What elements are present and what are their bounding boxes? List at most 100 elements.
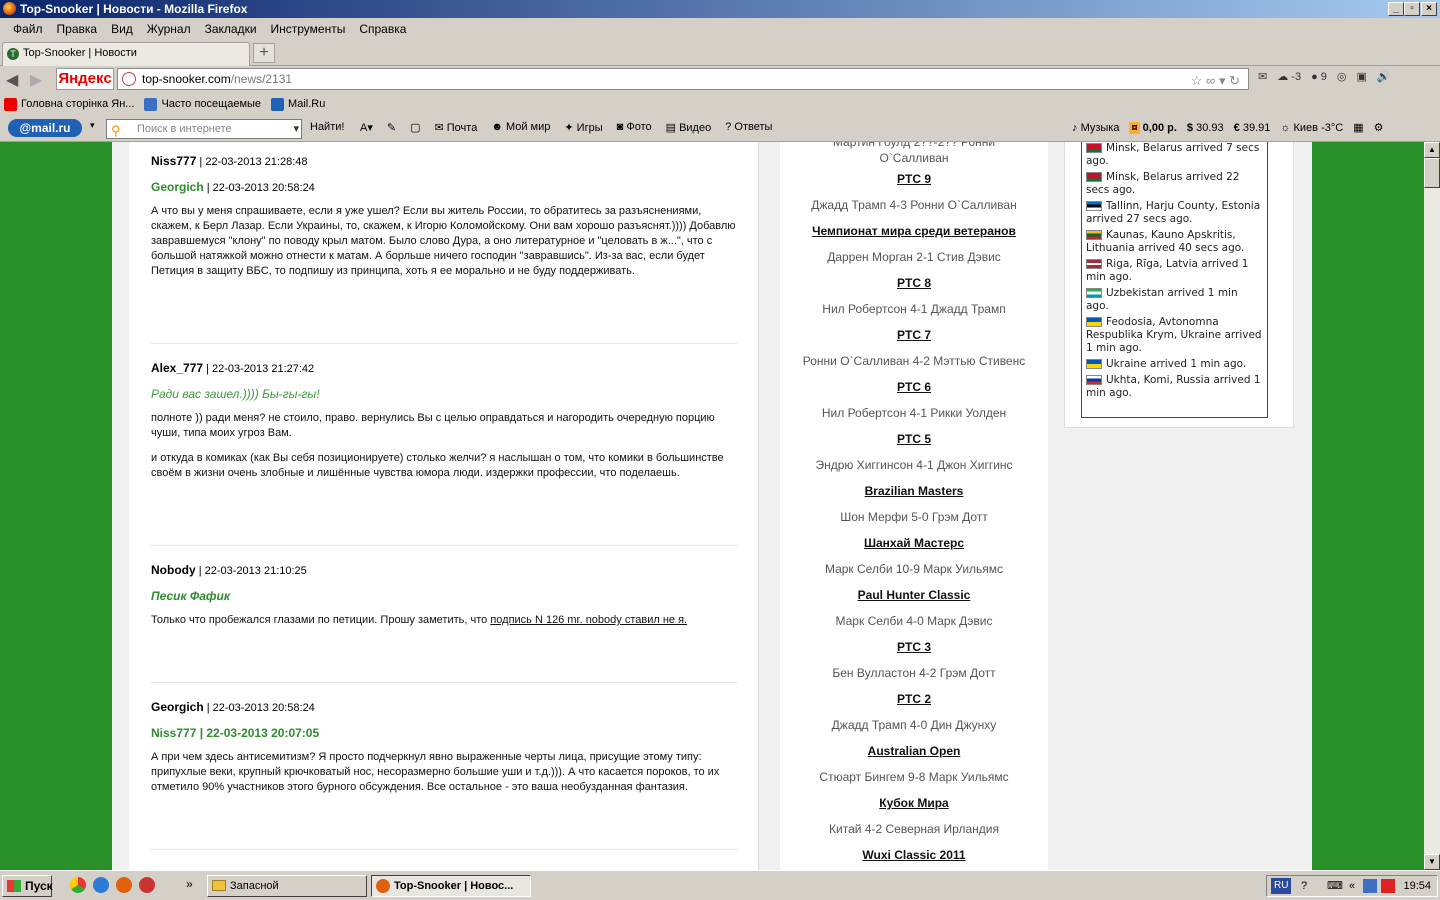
menu-bookmarks[interactable]: Закладки: [198, 22, 264, 36]
tournament-link[interactable]: PTC 7: [780, 328, 1048, 342]
tournament-link[interactable]: PTC 8: [780, 276, 1048, 290]
tournament-link[interactable]: Paul Hunter Classic: [780, 588, 1048, 602]
minimize-button[interactable]: _: [1388, 2, 1404, 16]
menu-edit[interactable]: Правка: [50, 22, 105, 36]
tool-myworld[interactable]: ☻ Мой мир: [491, 121, 550, 134]
tournament-link[interactable]: PTC 3: [780, 640, 1048, 654]
profile-icon[interactable]: ▣: [1357, 70, 1367, 83]
tournament-link[interactable]: Кубок Мира: [780, 796, 1048, 810]
tool-answers[interactable]: ? Ответы: [725, 121, 772, 134]
network-icon[interactable]: [1363, 879, 1377, 893]
comment: Georgich | 22-03-2013 20:58:24 Niss777 |…: [151, 700, 737, 795]
mailru-logo[interactable]: @mail.ru: [8, 119, 82, 137]
quicklaunch-more-icon[interactable]: »: [186, 877, 193, 891]
tournament-link[interactable]: Чемпионат мира среди ветеранов: [780, 224, 1048, 238]
task-firefox[interactable]: Top-Snooker | Новос...: [371, 875, 531, 897]
gear-icon[interactable]: ⚙: [1374, 121, 1384, 134]
tournament-result: Бен Вулластон 4-2 Грэм Дотт: [832, 666, 996, 680]
comment-divider: [151, 682, 737, 683]
menu-tools[interactable]: Инструменты: [264, 22, 353, 36]
reload-icon[interactable]: ↻: [1229, 73, 1240, 88]
menu-file[interactable]: Файл: [6, 22, 50, 36]
bookmark-label: Mail.Ru: [288, 98, 326, 110]
speaker-icon[interactable]: 🔊: [1377, 70, 1391, 83]
font-icon[interactable]: A▾: [360, 121, 373, 134]
chevron-down-icon[interactable]: ▾: [90, 120, 95, 131]
scroll-thumb[interactable]: [1424, 158, 1440, 188]
eur-widget[interactable]: € 39.91: [1234, 122, 1271, 134]
chevron-down-icon[interactable]: ▾: [293, 120, 299, 138]
comment-link[interactable]: подпись N 126 mr. nobody ставил не я.: [490, 614, 687, 626]
tournament-link[interactable]: PTC 2: [780, 692, 1048, 706]
menu-history[interactable]: Журнал: [140, 22, 198, 36]
mailru-search-input[interactable]: ⚲ Поиск в интернете ▾: [106, 119, 302, 139]
new-tab-button[interactable]: +: [253, 43, 275, 63]
visitor-text: Minsk, Belarus arrived 22 secs ago.: [1086, 171, 1240, 196]
close-button[interactable]: ×: [1421, 2, 1437, 16]
tournament-link[interactable]: Шанхай Мастерс: [780, 536, 1048, 550]
comment-author[interactable]: Nobody: [151, 563, 196, 577]
language-indicator[interactable]: RU: [1271, 878, 1292, 894]
balance-widget[interactable]: ¤ 0,00 р.: [1129, 121, 1177, 134]
glasses-icon[interactable]: ∞: [1206, 73, 1215, 88]
comment-author[interactable]: Niss777: [151, 154, 196, 168]
firefox-icon[interactable]: [116, 877, 132, 893]
tray-expand-icon[interactable]: «: [1349, 876, 1355, 896]
vertical-scrollbar[interactable]: ▲ ▼: [1424, 142, 1440, 870]
star-icon[interactable]: ☆: [1191, 73, 1203, 88]
find-button[interactable]: Найти!: [310, 121, 344, 133]
weather-widget[interactable]: ☼ Киев -3°C: [1280, 122, 1343, 134]
tab-top-snooker[interactable]: T Top-Snooker | Новости: [2, 42, 250, 66]
quote-date: | 22-03-2013 20:58:24: [203, 182, 315, 194]
comment-author[interactable]: Georgich: [151, 700, 204, 714]
tournament-link[interactable]: Australian Open: [780, 744, 1048, 758]
tool-video[interactable]: ▤ Видео: [666, 121, 712, 134]
menu-view[interactable]: Вид: [104, 22, 140, 36]
sync-icon[interactable]: ◎: [1337, 70, 1347, 83]
tournament-link[interactable]: Wuxi Classic 2011: [780, 848, 1048, 862]
tournament-link[interactable]: Brazilian Masters: [780, 484, 1048, 498]
task-zapasnoy[interactable]: Запасной: [207, 875, 367, 897]
scroll-up-button[interactable]: ▲: [1424, 142, 1440, 158]
forward-arrow-icon[interactable]: ▶: [30, 70, 42, 90]
menu-bar: Файл Правка Вид Журнал Закладки Инструме…: [0, 18, 1440, 40]
weather-label: Киев -3°C: [1293, 121, 1344, 134]
usd-widget[interactable]: $ 30.93: [1187, 122, 1224, 134]
yandex-button[interactable]: Яндекс: [56, 68, 114, 90]
mail-icon[interactable]: ✉: [1258, 70, 1267, 83]
tool-games[interactable]: ✦ Игры: [564, 121, 602, 134]
comment: Niss777 | 22-03-2013 21:28:48 Georgich |…: [151, 154, 737, 279]
tournament-link[interactable]: PTC 5: [780, 432, 1048, 446]
help-icon[interactable]: ?: [1301, 876, 1307, 896]
yandex-icon: [4, 97, 17, 111]
url-bar[interactable]: top-snooker.com/news/2131 ☆ ∞ ▾ ↻: [117, 68, 1249, 90]
highlight-icon[interactable]: ✎: [387, 121, 396, 134]
tool-label: Мой мир: [505, 121, 551, 133]
tool-mail[interactable]: ✉ Почта: [434, 121, 477, 134]
ie-icon[interactable]: [93, 877, 109, 893]
keyboard-icon[interactable]: ⌨: [1327, 876, 1343, 896]
tournament-link[interactable]: PTC 6: [780, 380, 1048, 394]
tournament-link[interactable]: PTC 9: [780, 172, 1048, 186]
bookmark-yandex[interactable]: Головна сторінка Ян...: [4, 97, 134, 111]
maximize-button[interactable]: ▫: [1404, 2, 1420, 16]
opera-icon[interactable]: [139, 877, 155, 893]
bookmark-frequent[interactable]: Часто посещаемые: [144, 97, 261, 111]
menu-help[interactable]: Справка: [352, 22, 413, 36]
scroll-down-button[interactable]: ▼: [1424, 854, 1440, 870]
badge-icon[interactable]: ● 9: [1311, 71, 1327, 83]
nav-right-tools: ✉ ☁ -3 ● 9 ◎ ▣ 🔊: [1258, 70, 1391, 84]
chrome-icon[interactable]: [70, 877, 86, 893]
dropdown-icon[interactable]: ▾: [1219, 73, 1226, 88]
map-icon[interactable]: ▦: [1353, 121, 1363, 134]
comment-author[interactable]: Alex_777: [151, 361, 203, 375]
frame-icon[interactable]: ▢: [410, 121, 420, 134]
weather-icon[interactable]: ☁ -3: [1277, 70, 1301, 83]
antivirus-icon[interactable]: [1381, 879, 1395, 893]
quote-author[interactable]: Georgich: [151, 180, 204, 194]
bookmark-mailru[interactable]: Mail.Ru: [271, 97, 326, 111]
back-arrow-icon[interactable]: ◀: [6, 70, 18, 90]
tool-photo[interactable]: ◙ Фото: [617, 121, 652, 134]
start-button[interactable]: Пуск: [2, 875, 53, 897]
music-widget[interactable]: ♪ Музыка: [1072, 122, 1119, 134]
